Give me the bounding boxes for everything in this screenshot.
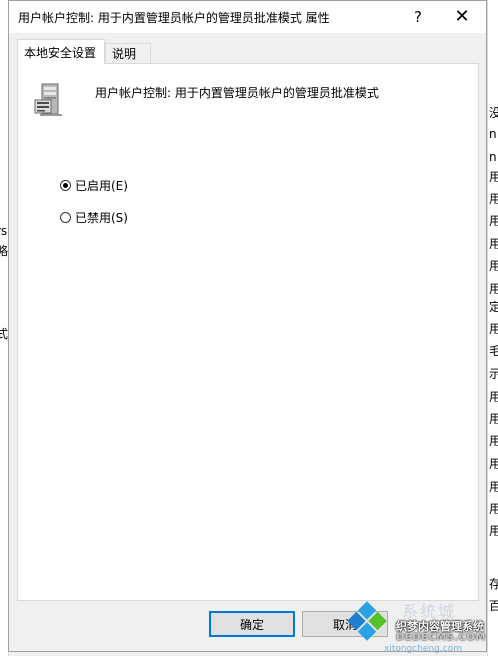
watermark-site-text: xitongcheng.com xyxy=(384,644,462,654)
background-text: 示 xyxy=(489,365,498,382)
background-text: 用 xyxy=(489,500,498,517)
watermark: 系统城 织梦内容管理系统 DEDECMS.COM xitongcheng.com xyxy=(340,598,498,656)
help-icon: ? xyxy=(414,7,422,26)
background-text: 用 xyxy=(489,432,498,449)
close-icon: ✕ xyxy=(454,6,470,27)
help-button[interactable]: ? xyxy=(396,1,440,32)
windows-logo-icon xyxy=(347,601,387,641)
background-text: 用 xyxy=(489,320,498,337)
background-text: 用 xyxy=(489,280,498,297)
background-text: ( xyxy=(0,85,1,99)
background-text: 用 xyxy=(489,212,498,229)
background-text: rs xyxy=(0,224,8,238)
background-text: 用 xyxy=(489,168,498,185)
background-text: 没 xyxy=(489,104,498,121)
ok-button[interactable]: 确定 xyxy=(209,611,295,637)
tab-explain[interactable]: 说明 xyxy=(105,43,151,64)
background-text: 存 xyxy=(489,575,498,592)
background-text: 用 xyxy=(489,257,498,274)
background-text: 用 xyxy=(489,478,498,495)
background-text: 用 xyxy=(489,235,498,252)
properties-dialog: 用户帐户控制: 用于内置管理员帐户的管理员批准模式 属性 ? ✕ 本地安全设置 … xyxy=(8,0,487,652)
background-text: n xyxy=(489,150,497,164)
watermark-sub-text: DEDECMS.COM xyxy=(396,632,486,643)
background-text: 用 xyxy=(489,455,498,472)
background-text: 略 xyxy=(0,242,8,259)
enabled-radio[interactable] xyxy=(60,180,71,191)
background-text: n xyxy=(489,127,497,141)
background-text: 用 xyxy=(489,190,498,207)
background-text: 式 xyxy=(0,325,8,342)
enabled-radio-option[interactable]: 已启用(E) xyxy=(60,177,128,194)
background-text: 用 xyxy=(489,522,498,539)
background-text: 用 xyxy=(489,388,498,405)
tab-local-security-setting[interactable]: 本地安全设置 xyxy=(17,39,105,64)
disabled-radio-option[interactable]: 已禁用(S) xyxy=(60,209,128,226)
disabled-radio-label[interactable]: 已禁用(S) xyxy=(75,209,128,226)
background-window-right: 没 n n 用 用 用 用 用 用 定 用 毛 示 用 用 用 用 用 用 用 … xyxy=(487,0,498,656)
window-title: 用户帐户控制: 用于内置管理员帐户的管理员批准模式 属性 xyxy=(18,11,330,25)
background-text: 定 xyxy=(489,298,498,315)
disabled-radio[interactable] xyxy=(60,212,71,223)
background-text: 毛 xyxy=(489,342,498,359)
policy-name: 用户帐户控制: 用于内置管理员帐户的管理员批准模式 xyxy=(95,86,379,100)
title-bar[interactable]: 用户帐户控制: 用于内置管理员帐户的管理员批准模式 属性 ? ✕ xyxy=(9,1,486,33)
server-computer-icon xyxy=(34,83,62,116)
enabled-radio-label[interactable]: 已启用(E) xyxy=(75,177,128,194)
close-button[interactable]: ✕ xyxy=(440,1,484,32)
background-text: 用 xyxy=(489,410,498,427)
tab-panel: 用户帐户控制: 用于内置管理员帐户的管理员批准模式 已启用(E) 已禁用(S) xyxy=(17,63,479,601)
